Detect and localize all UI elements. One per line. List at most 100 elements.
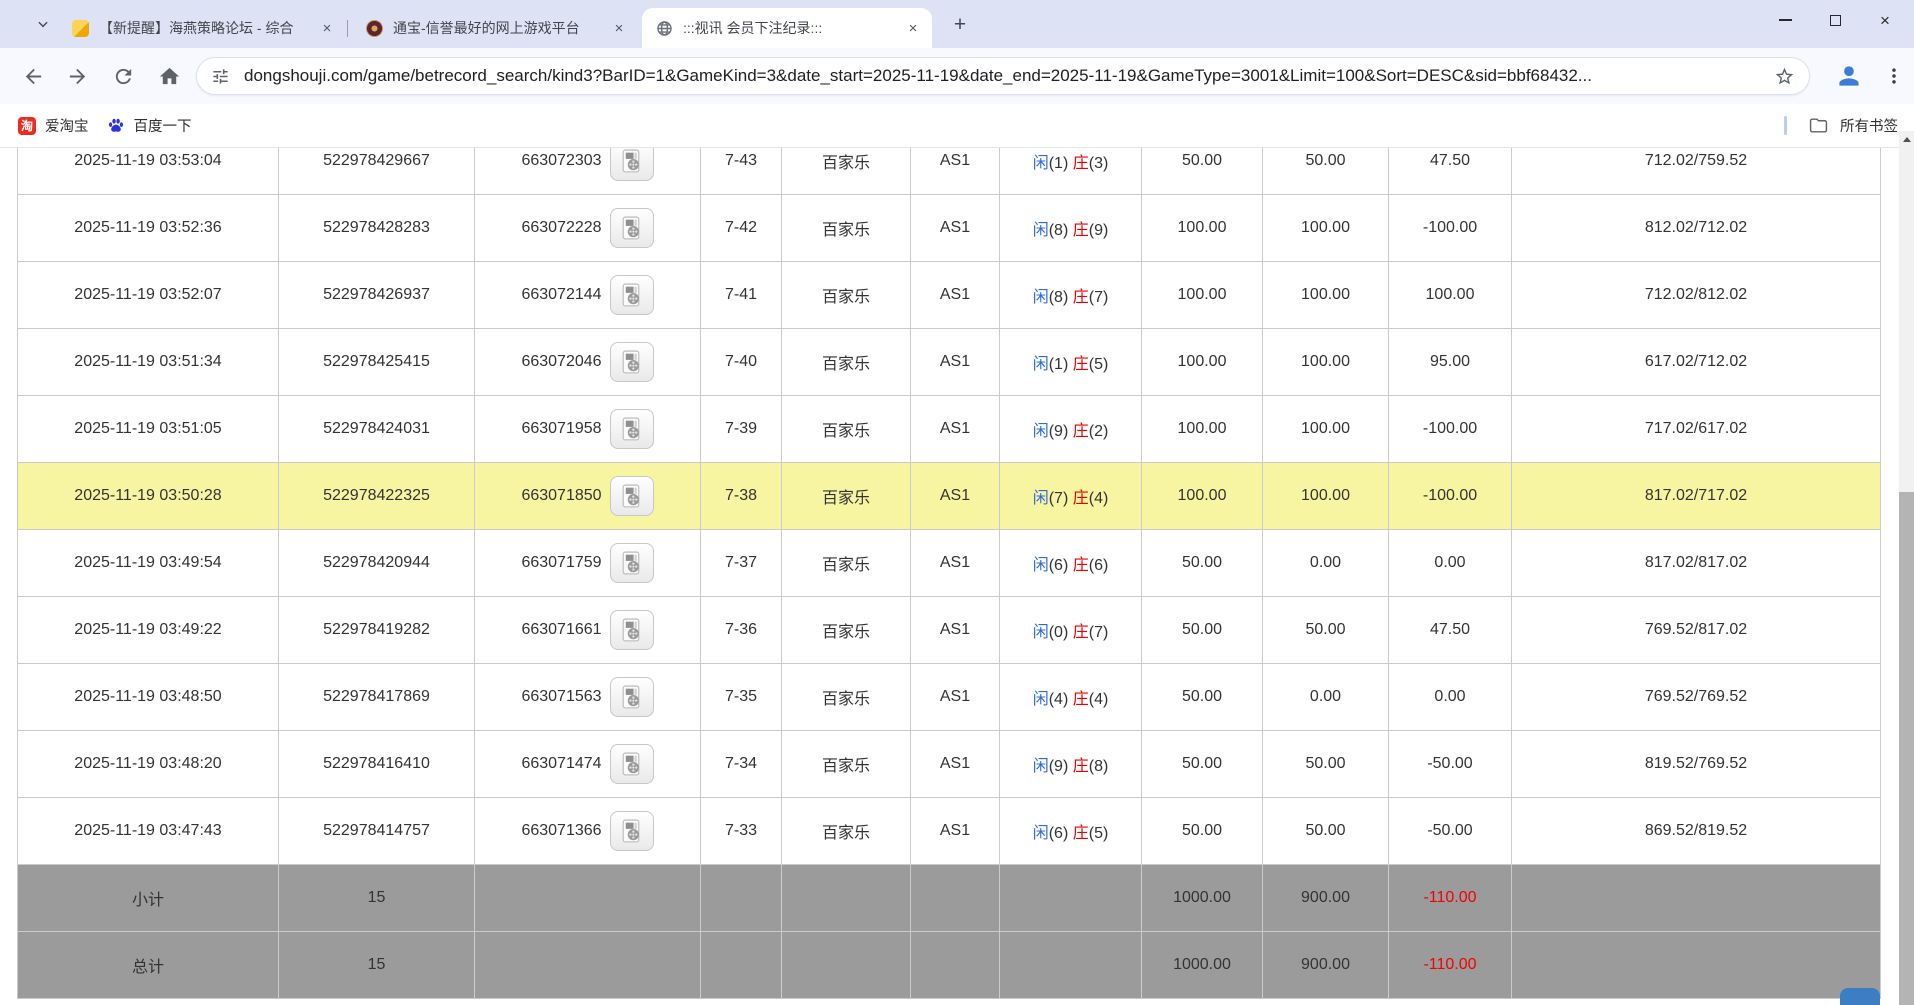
win-loss: 0.00 xyxy=(1389,664,1512,731)
bet-amount: 100.00 xyxy=(1142,195,1263,262)
tab-close-icon[interactable]: × xyxy=(904,19,922,37)
forward-button[interactable] xyxy=(60,59,94,93)
round-number: 7-37 xyxy=(701,530,782,597)
replay-video-button[interactable] xyxy=(610,476,654,516)
film-reel-icon xyxy=(618,282,645,309)
game-id: 663072228 xyxy=(475,195,701,262)
replay-video-button[interactable] xyxy=(610,409,654,449)
reload-icon xyxy=(112,65,135,88)
replay-video-button[interactable] xyxy=(610,275,654,315)
game-id: 663071661 xyxy=(475,597,701,664)
tab-search-button[interactable] xyxy=(30,11,56,37)
bet-id: 522978420944 xyxy=(279,530,475,597)
profile-avatar-icon[interactable] xyxy=(1832,59,1866,93)
bet-time: 2025-11-19 03:49:54 xyxy=(18,530,279,597)
tab-close-icon[interactable]: × xyxy=(610,19,628,37)
replay-video-button[interactable] xyxy=(610,543,654,583)
scroll-to-top-button[interactable]: ▲ xyxy=(1840,988,1880,1005)
game-id: 663072303 xyxy=(475,148,701,195)
home-icon xyxy=(158,65,181,88)
close-button[interactable]: × xyxy=(1860,0,1910,40)
game-type: 百家乐 xyxy=(782,798,911,865)
bet-time: 2025-11-19 03:50:28 xyxy=(18,463,279,530)
replay-video-button[interactable] xyxy=(610,744,654,784)
tab-title: 通宝-信誉最好的网上游戏平台 xyxy=(393,18,602,38)
bet-table-foot: 小计151000.00900.00-110.00总计151000.00900.0… xyxy=(18,865,1881,999)
table-name: AS1 xyxy=(911,597,1000,664)
tune-icon[interactable] xyxy=(211,67,230,86)
tab-close-icon[interactable]: × xyxy=(318,19,336,37)
bet-record-row[interactable]: 2025-11-19 03:52:36522978428283663072228… xyxy=(18,195,1881,262)
replay-video-button[interactable] xyxy=(610,610,654,650)
scrollbar-thumb[interactable] xyxy=(1899,492,1914,1005)
new-tab-button[interactable]: + xyxy=(948,13,972,37)
game-type: 百家乐 xyxy=(782,664,911,731)
replay-video-button[interactable] xyxy=(610,148,654,181)
game-type: 百家乐 xyxy=(782,262,911,329)
bet-id: 522978425415 xyxy=(279,329,475,396)
minimize-button[interactable] xyxy=(1760,0,1810,40)
casino-badge-icon xyxy=(366,20,383,37)
table-name: AS1 xyxy=(911,530,1000,597)
game-id: 663071563 xyxy=(475,664,701,731)
bet-record-row[interactable]: 2025-11-19 03:47:43522978414757663071366… xyxy=(18,798,1881,865)
bet-record-row[interactable]: 2025-11-19 03:51:05522978424031663071958… xyxy=(18,396,1881,463)
browser-tab-forum[interactable]: 【新提醒】海燕策略论坛 - 综合 × xyxy=(58,8,346,48)
bet-id: 522978417869 xyxy=(279,664,475,731)
round-number: 7-43 xyxy=(701,148,782,195)
bet-record-row[interactable]: 2025-11-19 03:49:22522978419282663071661… xyxy=(18,597,1881,664)
game-type: 百家乐 xyxy=(782,396,911,463)
replay-video-button[interactable] xyxy=(610,677,654,717)
game-result: 闲(9) 庄(2) xyxy=(1000,396,1142,463)
bet-table-body: 2025-11-19 03:53:04522978429667663072303… xyxy=(18,148,1881,865)
bet-id: 522978428283 xyxy=(279,195,475,262)
valid-amount: 50.00 xyxy=(1263,148,1389,195)
win-loss: -50.00 xyxy=(1389,731,1512,798)
win-loss: -100.00 xyxy=(1389,396,1512,463)
bet-amount: 100.00 xyxy=(1142,262,1263,329)
game-id: 663072144 xyxy=(475,262,701,329)
bookmark-star-icon[interactable] xyxy=(1774,66,1795,87)
win-loss: -100.00 xyxy=(1389,463,1512,530)
browser-tab-bet-records-active[interactable]: :::视讯 会员下注纪录::: × xyxy=(642,8,932,48)
balance: 819.52/769.52 xyxy=(1512,731,1881,798)
tab-separator xyxy=(347,20,348,37)
browser-tab-tongbao[interactable]: 通宝-信誉最好的网上游戏平台 × xyxy=(352,8,638,48)
game-result: 闲(1) 庄(5) xyxy=(1000,329,1142,396)
home-button[interactable] xyxy=(152,59,186,93)
browser-menu-button[interactable] xyxy=(1878,59,1910,93)
replay-video-button[interactable] xyxy=(610,811,654,851)
bet-record-row[interactable]: 2025-11-19 03:48:20522978416410663071474… xyxy=(18,731,1881,798)
bookmark-taobao[interactable]: 淘 爱淘宝 xyxy=(18,115,89,136)
bet-record-row[interactable]: 2025-11-19 03:49:54522978420944663071759… xyxy=(18,530,1881,597)
reload-button[interactable] xyxy=(106,59,140,93)
bookmarks-bar: 淘 爱淘宝 百度一下 所有书签 xyxy=(0,104,1914,148)
bet-time: 2025-11-19 03:52:07 xyxy=(18,262,279,329)
bookmark-baidu[interactable]: 百度一下 xyxy=(107,115,192,136)
game-id: 663071958 xyxy=(475,396,701,463)
game-result: 闲(9) 庄(8) xyxy=(1000,731,1142,798)
bet-record-row[interactable]: 2025-11-19 03:50:28522978422325663071850… xyxy=(18,463,1881,530)
valid-amount: 0.00 xyxy=(1263,664,1389,731)
bet-record-row[interactable]: 2025-11-19 03:53:04522978429667663072303… xyxy=(18,148,1881,195)
bet-record-row[interactable]: 2025-11-19 03:52:07522978426937663072144… xyxy=(18,262,1881,329)
bet-record-row[interactable]: 2025-11-19 03:51:34522978425415663072046… xyxy=(18,329,1881,396)
bet-amount: 50.00 xyxy=(1142,731,1263,798)
vertical-scrollbar[interactable] xyxy=(1899,131,1914,1005)
balance: 712.02/812.02 xyxy=(1512,262,1881,329)
maximize-button[interactable] xyxy=(1810,0,1860,40)
back-button[interactable] xyxy=(16,59,50,93)
bet-record-row[interactable]: 2025-11-19 03:48:50522978417869663071563… xyxy=(18,664,1881,731)
bet-amount: 50.00 xyxy=(1142,530,1263,597)
replay-video-button[interactable] xyxy=(610,342,654,382)
balance: 712.02/759.52 xyxy=(1512,148,1881,195)
game-result: 闲(7) 庄(4) xyxy=(1000,463,1142,530)
address-bar[interactable]: dongshouji.com/game/betrecord_search/kin… xyxy=(196,57,1810,95)
chevron-down-icon xyxy=(36,17,50,31)
table-name: AS1 xyxy=(911,262,1000,329)
replay-video-button[interactable] xyxy=(610,208,654,248)
all-bookmarks[interactable]: 所有书签 xyxy=(1784,104,1898,147)
scroll-up-arrow-icon[interactable] xyxy=(1899,131,1914,149)
film-reel-icon xyxy=(618,215,645,242)
summary-count: 15 xyxy=(279,865,475,932)
